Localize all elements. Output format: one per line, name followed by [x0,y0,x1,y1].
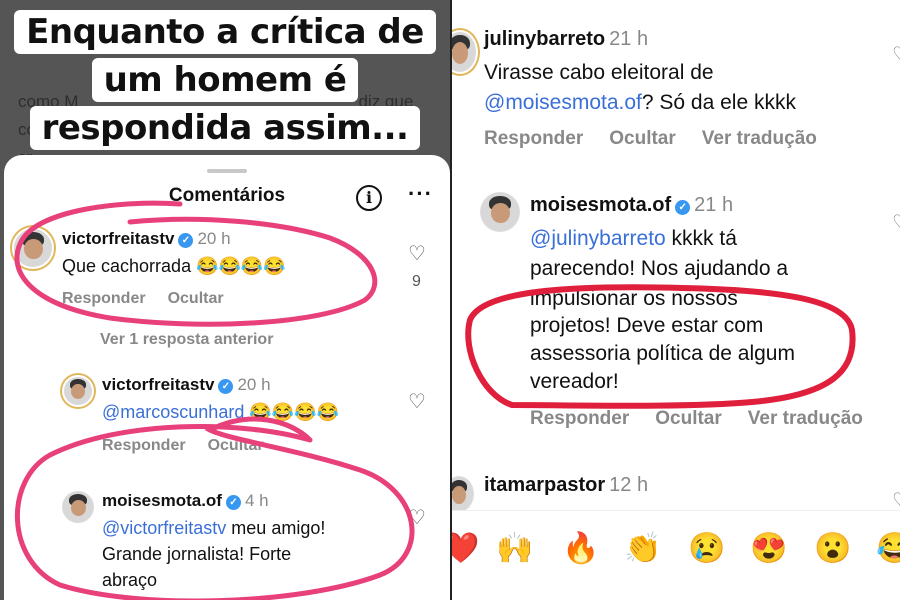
comment-header: itamarpastor 12 h [484,474,648,497]
username[interactable]: julinybarreto [484,28,605,50]
comment-text: Que cachorrada 😂😂😂😂 [62,256,286,276]
verified-badge-icon: ✓ [675,200,691,215]
emoji-cry[interactable]: 😢 [688,531,725,566]
comment-header: victorfreitastv ✓ 20 h [102,375,271,395]
username[interactable]: victorfreitastv [102,375,214,394]
comment-emoji-text: 😂😂😂😂 [249,402,340,422]
like-heart-icon[interactable]: ♡ [408,389,426,414]
comment-header: victorfreitastv ✓ 20 h [62,229,231,249]
comment-text-line: parecendo! Nos ajudando a [530,257,789,280]
comment-text-line: @moisesmota.of? Só da ele kkkk [484,88,796,118]
timestamp: 12 h [609,474,649,496]
reply-button[interactable]: Responder [102,437,186,454]
comment-actions: Responder Ocultar [62,290,246,308]
emoji-clap[interactable]: 👏 [624,531,661,566]
like-heart-icon[interactable]: ♡ [408,505,426,530]
avatar[interactable] [62,491,94,523]
emoji-raised-hands[interactable]: 🙌 [496,531,533,566]
left-panel: como Mdiz que co cr Enquanto a crítica d… [0,0,450,600]
username[interactable]: moisesmota.of [102,491,222,510]
comment-text-line: @julinybarreto kkkk tá [530,224,737,254]
sheet-title: Comentários [168,185,286,206]
like-heart-icon[interactable]: ♡ [892,42,900,67]
hide-button[interactable]: Ocultar [655,408,722,429]
hide-button[interactable]: Ocultar [609,128,676,149]
comment-actions: Responder Ocultar [102,437,286,455]
reply-button[interactable]: Responder [484,128,583,149]
comment-text: @marcoscunhard 😂😂😂😂 [102,399,339,426]
avatar[interactable] [480,192,520,232]
avatar[interactable] [12,227,54,269]
headline-line: respondida assim... [29,106,421,150]
sheet-grab-handle[interactable] [207,169,247,173]
timestamp: 20 h [197,229,231,248]
timestamp: 21 h [609,28,649,50]
mention-link[interactable]: @victorfreitastv [102,518,226,538]
comments-sheet: Comentários i ··· victorfreitastv ✓ 20 h Q… [4,155,450,600]
info-icon[interactable]: i [356,185,382,211]
reply-button[interactable]: Responder [62,290,146,307]
comment-text: meu amigo! [226,518,326,538]
comment-text: kkkk tá [665,227,737,250]
comment-text-line: projetos! Deve estar com [530,314,764,337]
comment-header: moisesmota.of ✓ 21 h [530,194,733,217]
translate-button[interactable]: Ver tradução [702,128,817,149]
emoji-heart-eyes[interactable]: 😍 [750,531,787,566]
comment-text-line: impulsionar os nossos [530,287,738,310]
emoji-heart[interactable]: ❤️ [452,531,479,566]
headline-line: um homem é [91,58,359,102]
like-count: 9 [412,273,421,290]
emoji-laughing[interactable]: 😂 [876,531,900,566]
mention-link[interactable]: @julinybarreto [530,227,666,250]
more-icon[interactable]: ··· [408,181,433,207]
reply-button[interactable]: Responder [530,408,629,429]
verified-badge-icon: ✓ [225,495,241,510]
username[interactable]: victorfreitastv [62,229,174,248]
verified-badge-icon: ✓ [218,379,234,394]
hide-button[interactable]: Ocultar [208,437,264,454]
avatar[interactable] [452,30,478,74]
comment-text-line: abraço [102,570,158,590]
like-heart-icon[interactable]: ♡ [892,210,900,235]
username[interactable]: moisesmota.of [530,194,671,216]
timestamp: 20 h [237,375,271,394]
timestamp: 4 h [244,491,269,510]
emoji-fire[interactable]: 🔥 [562,531,599,566]
comment-text-line: Grande jornalista! Forte [102,544,292,564]
hide-button[interactable]: Ocultar [168,290,224,307]
username[interactable]: itamarpastor [484,474,605,496]
comment-actions: Responder Ocultar Ver tradução [484,128,843,150]
comment-header: julinybarreto 21 h [484,28,648,51]
comment-actions: Responder Ocultar Ver tradução [530,408,889,430]
translate-button[interactable]: Ver tradução [748,408,863,429]
headline-line: Enquanto a crítica de [14,10,436,54]
avatar[interactable] [452,476,474,512]
timestamp: 21 h [694,194,734,216]
verified-badge-icon: ✓ [178,233,194,248]
emoji-surprised[interactable]: 😮 [814,531,851,566]
comment-text: ? Só da ele kkkk [641,91,796,114]
like-heart-icon[interactable]: ♡ [408,241,426,266]
comment-text-line: vereador! [530,370,619,393]
mention-link[interactable]: @moisesmota.of [484,91,642,114]
comment-text-line: assessoria política de algum [530,342,795,365]
comment-text-line: @victorfreitastv meu amigo! [102,515,325,542]
avatar[interactable] [62,375,94,407]
headline-caption: Enquanto a crítica de um homem é respond… [0,8,450,152]
screenshot-collage: como Mdiz que co cr Enquanto a crítica d… [0,0,900,600]
comment-header: moisesmota.of ✓ 4 h [102,491,269,511]
right-panel: julinybarreto 21 h Virasse cabo eleitoral… [450,0,900,600]
emoji-reaction-bar: ❤️ 🙌 🔥 👏 😢 😍 😮 😂 [452,510,900,590]
view-previous-replies-link[interactable]: Ver 1 resposta anterior [100,331,273,349]
mention-link[interactable]: @marcoscunhard [102,402,244,422]
comment-text-line: Virasse cabo eleitoral de [484,61,714,84]
